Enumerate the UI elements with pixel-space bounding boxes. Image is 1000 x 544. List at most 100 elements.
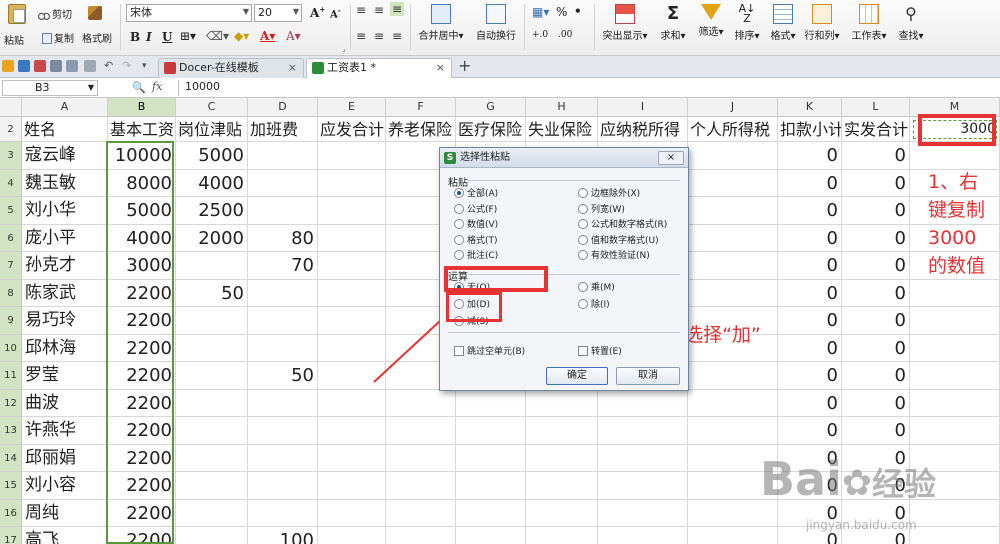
value-cell[interactable] bbox=[248, 334, 318, 362]
paste-option-radio[interactable]: 全部(A) bbox=[454, 188, 498, 200]
value-cell[interactable] bbox=[248, 444, 318, 472]
paste-option-radio[interactable]: 批注(C) bbox=[454, 250, 498, 262]
grid-cell[interactable] bbox=[688, 417, 778, 445]
paste-option-radio[interactable]: 列宽(W) bbox=[578, 203, 625, 216]
paste-option-radio[interactable]: 公式(F) bbox=[454, 203, 497, 216]
italic-button[interactable]: I bbox=[146, 30, 152, 44]
column-header-c[interactable]: C bbox=[176, 98, 248, 117]
grid-cell[interactable] bbox=[526, 389, 598, 417]
net-pay-cell[interactable]: 0 bbox=[842, 169, 910, 197]
row-header-4[interactable]: 4 bbox=[0, 169, 22, 197]
grid-cell[interactable] bbox=[456, 499, 526, 527]
grid-cell[interactable] bbox=[456, 417, 526, 445]
increase-font-icon[interactable]: A+ bbox=[310, 5, 325, 20]
save-icon[interactable] bbox=[18, 60, 30, 72]
deduction-cell[interactable]: 0 bbox=[778, 224, 842, 252]
grid-cell[interactable] bbox=[386, 417, 456, 445]
column-header-a[interactable]: A bbox=[22, 98, 108, 117]
row-header-7[interactable]: 7 bbox=[0, 252, 22, 280]
name-cell[interactable]: 魏玉敏 bbox=[22, 169, 108, 197]
name-cell[interactable]: 刘小华 bbox=[22, 197, 108, 225]
column-header-m[interactable]: M bbox=[910, 98, 1000, 117]
grid-cell[interactable] bbox=[910, 527, 1000, 544]
close-button[interactable]: × bbox=[658, 151, 684, 165]
header-cell[interactable]: 应发合计 bbox=[318, 117, 386, 142]
row-header-12[interactable]: 12 bbox=[0, 389, 22, 417]
font-color-icon[interactable]: A▾ bbox=[260, 29, 275, 43]
value-cell[interactable]: 2200 bbox=[108, 279, 176, 307]
grid-cell[interactable] bbox=[910, 307, 1000, 335]
skip-blanks-checkbox[interactable]: 跳过空单元(B) bbox=[454, 346, 525, 358]
value-cell[interactable] bbox=[248, 499, 318, 527]
underline-button[interactable]: U bbox=[162, 30, 172, 44]
deduction-cell[interactable]: 0 bbox=[778, 252, 842, 280]
transpose-checkbox[interactable]: 转置(E) bbox=[578, 346, 622, 358]
value-cell[interactable]: 2200 bbox=[108, 307, 176, 335]
paste-option-radio[interactable]: 数值(V) bbox=[454, 219, 498, 231]
row-header-2[interactable]: 2 bbox=[0, 117, 22, 142]
new-tab-button[interactable]: + bbox=[458, 56, 471, 75]
header-cell[interactable]: 失业保险 bbox=[526, 117, 598, 142]
grid-cell[interactable] bbox=[688, 362, 778, 390]
sum-button[interactable]: Σ 求和▾ bbox=[656, 4, 690, 43]
worksheet-button[interactable]: 工作表▾ bbox=[848, 4, 890, 42]
grid-cell[interactable] bbox=[318, 252, 386, 280]
decrease-decimal-icon[interactable]: .00 bbox=[558, 30, 572, 40]
value-cell[interactable] bbox=[176, 499, 248, 527]
deduction-cell[interactable]: 0 bbox=[778, 307, 842, 335]
grid-cell[interactable] bbox=[910, 362, 1000, 390]
value-cell[interactable] bbox=[176, 307, 248, 335]
print-icon[interactable] bbox=[50, 60, 62, 72]
value-cell[interactable] bbox=[248, 197, 318, 225]
header-cell[interactable]: 扣款小计 bbox=[778, 117, 842, 142]
grid-cell[interactable] bbox=[910, 334, 1000, 362]
cut-button[interactable]: 剪切 bbox=[38, 6, 72, 21]
align-middle-icon[interactable]: ≡ bbox=[374, 3, 384, 17]
comma-button[interactable]: • bbox=[574, 4, 582, 18]
percent-button[interactable]: % bbox=[556, 5, 567, 19]
value-cell[interactable]: 2200 bbox=[108, 527, 176, 544]
name-cell[interactable]: 易巧玲 bbox=[22, 307, 108, 335]
value-cell[interactable] bbox=[248, 417, 318, 445]
column-header-e[interactable]: E bbox=[318, 98, 386, 117]
header-cell[interactable]: 基本工资 bbox=[108, 117, 176, 142]
value-cell[interactable] bbox=[176, 472, 248, 500]
value-cell[interactable]: 3000 bbox=[108, 252, 176, 280]
name-cell[interactable]: 孙克才 bbox=[22, 252, 108, 280]
filter-button[interactable]: 筛选▾ bbox=[694, 4, 728, 38]
grid-cell[interactable] bbox=[688, 279, 778, 307]
value-cell[interactable]: 8000 bbox=[108, 169, 176, 197]
net-pay-cell[interactable]: 0 bbox=[842, 334, 910, 362]
header-cell[interactable]: 养老保险 bbox=[386, 117, 456, 142]
value-cell[interactable] bbox=[176, 252, 248, 280]
grid-cell[interactable] bbox=[910, 142, 1000, 170]
value-cell[interactable]: 2200 bbox=[108, 444, 176, 472]
net-pay-cell[interactable]: 0 bbox=[842, 197, 910, 225]
header-cell[interactable]: 应纳税所得 bbox=[598, 117, 688, 142]
column-header-h[interactable]: H bbox=[526, 98, 598, 117]
deduction-cell[interactable]: 0 bbox=[778, 334, 842, 362]
column-header-d[interactable]: D bbox=[248, 98, 318, 117]
row-header-3[interactable]: 3 bbox=[0, 142, 22, 170]
value-cell[interactable]: 2200 bbox=[108, 472, 176, 500]
header-cell[interactable]: 医疗保险 bbox=[456, 117, 526, 142]
name-cell[interactable]: 庞小平 bbox=[22, 224, 108, 252]
grid-cell[interactable] bbox=[598, 389, 688, 417]
cancel-button[interactable]: 取消 bbox=[616, 367, 680, 385]
check-icon[interactable] bbox=[84, 60, 96, 72]
deduction-cell[interactable]: 0 bbox=[778, 169, 842, 197]
grid-cell[interactable] bbox=[318, 224, 386, 252]
font-size-select[interactable]: 20 ▼ bbox=[254, 4, 302, 22]
header-cell[interactable]: 个人所得税 bbox=[688, 117, 778, 142]
net-pay-cell[interactable]: 0 bbox=[842, 252, 910, 280]
row-header-10[interactable]: 10 bbox=[0, 334, 22, 362]
operation-radio[interactable]: 乘(M) bbox=[578, 282, 615, 294]
grid-cell[interactable] bbox=[456, 527, 526, 544]
name-cell[interactable]: 许燕华 bbox=[22, 417, 108, 445]
grid-cell[interactable] bbox=[526, 472, 598, 500]
copy-button[interactable]: 复制 bbox=[42, 30, 74, 45]
value-cell[interactable] bbox=[248, 389, 318, 417]
grid-cell[interactable] bbox=[526, 527, 598, 544]
column-header-b[interactable]: B bbox=[108, 98, 176, 117]
net-pay-cell[interactable]: 0 bbox=[842, 307, 910, 335]
